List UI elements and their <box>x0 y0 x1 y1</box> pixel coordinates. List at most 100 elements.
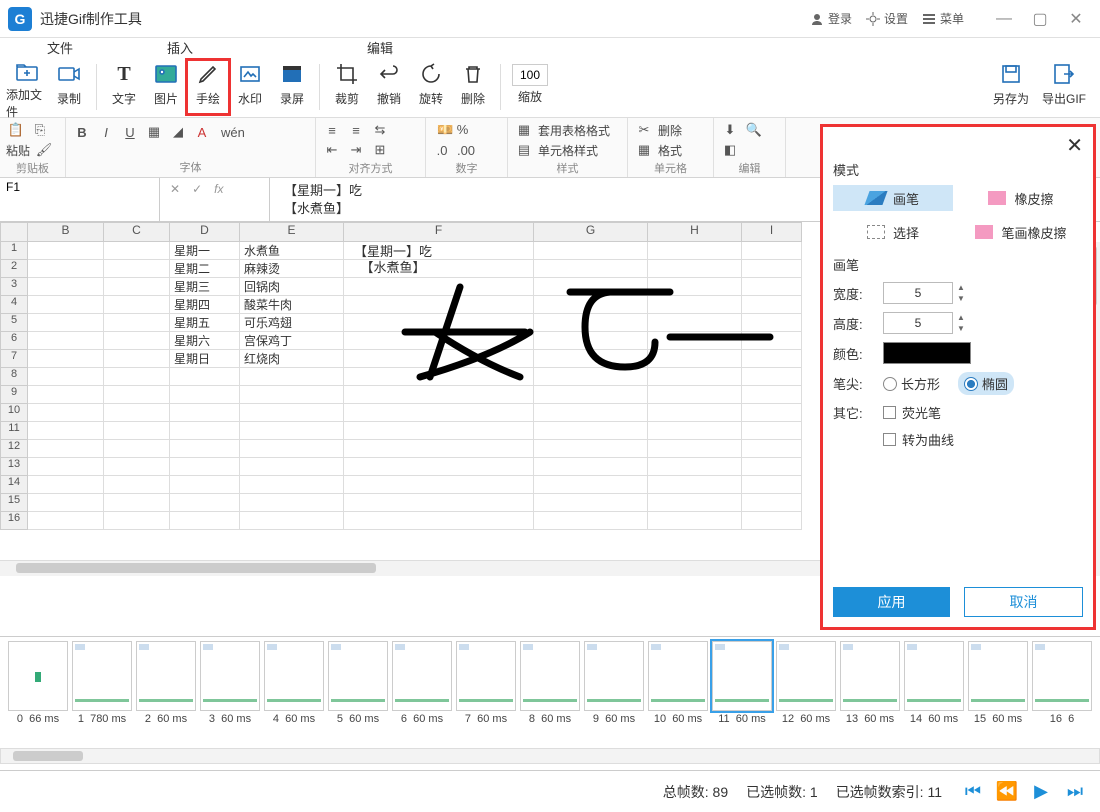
cell-H9[interactable] <box>648 386 742 404</box>
cell-format-button[interactable]: 格式 <box>658 142 682 159</box>
cell-I15[interactable] <box>742 494 802 512</box>
frame-thumb-2[interactable]: 2 60 ms <box>134 641 198 744</box>
cell-C6[interactable] <box>104 332 170 350</box>
cell-E1[interactable]: 水煮鱼 <box>240 242 344 260</box>
mode-select-button[interactable]: 选择 <box>833 219 953 245</box>
row-header-7[interactable]: 7 <box>0 350 28 368</box>
cell-H4[interactable] <box>648 296 742 314</box>
cell-D7[interactable]: 星期日 <box>170 350 240 368</box>
undo-button[interactable]: 撤销 <box>368 60 410 114</box>
frame-thumb-11[interactable]: 11 60 ms <box>710 641 774 744</box>
delete-button[interactable]: 删除 <box>452 60 494 114</box>
cell-H6[interactable] <box>648 332 742 350</box>
cell-F16[interactable] <box>344 512 534 530</box>
cell-I3[interactable] <box>742 278 802 296</box>
cell-E2[interactable]: 麻辣烫 <box>240 260 344 278</box>
cell-E7[interactable]: 红烧肉 <box>240 350 344 368</box>
cancel-formula-icon[interactable]: ✕ <box>170 182 180 196</box>
width-down-icon[interactable]: ▼ <box>954 294 968 305</box>
cell-D9[interactable] <box>170 386 240 404</box>
wrap-button[interactable]: ⇆ <box>370 120 390 140</box>
row-header-2[interactable]: 2 <box>0 260 28 278</box>
cell-D2[interactable]: 星期二 <box>170 260 240 278</box>
tip-ellipse-radio[interactable]: 椭圆 <box>958 372 1014 395</box>
cell-G7[interactable] <box>534 350 648 368</box>
frame-thumb-10[interactable]: 10 60 ms <box>646 641 710 744</box>
fx-icon[interactable]: fx <box>214 182 223 196</box>
col-header-H[interactable]: H <box>648 222 742 242</box>
cell-C3[interactable] <box>104 278 170 296</box>
apply-button[interactable]: 应用 <box>833 587 950 617</box>
cell-E13[interactable] <box>240 458 344 476</box>
cell-B3[interactable] <box>28 278 104 296</box>
cell-D10[interactable] <box>170 404 240 422</box>
cell-B7[interactable] <box>28 350 104 368</box>
cell-E6[interactable]: 宫保鸡丁 <box>240 332 344 350</box>
name-box[interactable] <box>6 180 153 194</box>
cell-format-icon[interactable]: ▦ <box>634 140 654 160</box>
cell-I13[interactable] <box>742 458 802 476</box>
cell-D13[interactable] <box>170 458 240 476</box>
cell-F14[interactable] <box>344 476 534 494</box>
cell-C15[interactable] <box>104 494 170 512</box>
export-gif-button[interactable]: 导出GIF <box>1038 60 1090 114</box>
cell-C11[interactable] <box>104 422 170 440</box>
col-header-D[interactable]: D <box>170 222 240 242</box>
border-button[interactable]: ▦ <box>144 122 164 142</box>
cell-G5[interactable] <box>534 314 648 332</box>
zoom-input[interactable] <box>512 64 548 86</box>
cell-D3[interactable]: 星期三 <box>170 278 240 296</box>
col-header-G[interactable]: G <box>534 222 648 242</box>
minimize-button[interactable]: — <box>988 5 1020 33</box>
zoom-control[interactable]: 缩放 <box>507 60 553 114</box>
table-format-button[interactable]: 套用表格格式 <box>538 122 610 139</box>
frame-thumb-12[interactable]: 12 60 ms <box>774 641 838 744</box>
cell-H13[interactable] <box>648 458 742 476</box>
crop-button[interactable]: 裁剪 <box>326 60 368 114</box>
cell-H5[interactable] <box>648 314 742 332</box>
add-file-button[interactable]: 添加文件 <box>6 60 48 114</box>
cell-E9[interactable] <box>240 386 344 404</box>
frame-thumb-13[interactable]: 13 60 ms <box>838 641 902 744</box>
cell-I10[interactable] <box>742 404 802 422</box>
col-header-I[interactable]: I <box>742 222 802 242</box>
bold-button[interactable]: B <box>72 122 92 142</box>
col-header-C[interactable]: C <box>104 222 170 242</box>
cell-H8[interactable] <box>648 368 742 386</box>
row-header-10[interactable]: 10 <box>0 404 28 422</box>
cancel-button[interactable]: 取消 <box>964 587 1083 617</box>
frame-thumb-5[interactable]: 5 60 ms <box>326 641 390 744</box>
cell-B15[interactable] <box>28 494 104 512</box>
cell-E5[interactable]: 可乐鸡翅 <box>240 314 344 332</box>
cell-B4[interactable] <box>28 296 104 314</box>
cell-C1[interactable] <box>104 242 170 260</box>
row-header-1[interactable]: 1 <box>0 242 28 260</box>
cell-I5[interactable] <box>742 314 802 332</box>
cell-B2[interactable] <box>28 260 104 278</box>
frame-thumb-4[interactable]: 4 60 ms <box>262 641 326 744</box>
cell-E10[interactable] <box>240 404 344 422</box>
cell-I16[interactable] <box>742 512 802 530</box>
cell-F11[interactable] <box>344 422 534 440</box>
fill-color-button[interactable]: ◢ <box>168 122 188 142</box>
cell-C13[interactable] <box>104 458 170 476</box>
rotate-button[interactable]: 旋转 <box>410 60 452 114</box>
cell-D12[interactable] <box>170 440 240 458</box>
cell-B13[interactable] <box>28 458 104 476</box>
cell-E12[interactable] <box>240 440 344 458</box>
row-header-11[interactable]: 11 <box>0 422 28 440</box>
indent-dec-button[interactable]: ⇤ <box>322 140 342 160</box>
font-color-button[interactable]: A <box>192 122 212 142</box>
cell-F8[interactable] <box>344 368 534 386</box>
cell-style-button[interactable]: 单元格样式 <box>538 142 598 159</box>
screencap-button[interactable]: 录屏 <box>271 60 313 114</box>
number-format-button[interactable]: 💴 % <box>432 120 473 140</box>
cell-I12[interactable] <box>742 440 802 458</box>
cell-C2[interactable] <box>104 260 170 278</box>
frame-thumb-6[interactable]: 6 60 ms <box>390 641 454 744</box>
cell-H3[interactable] <box>648 278 742 296</box>
cell-I9[interactable] <box>742 386 802 404</box>
frame-thumb-3[interactable]: 3 60 ms <box>198 641 262 744</box>
mode-eraser-button[interactable]: 橡皮擦 <box>961 185 1081 211</box>
color-swatch[interactable] <box>883 342 971 364</box>
